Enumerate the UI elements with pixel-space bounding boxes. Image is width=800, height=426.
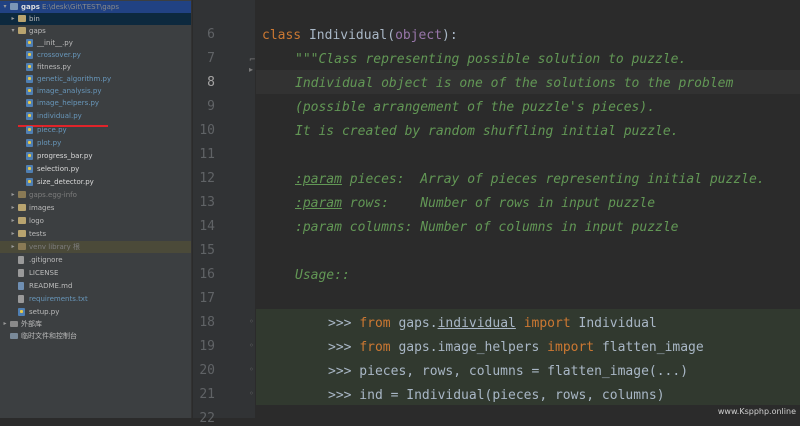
chevron-down-icon[interactable]: ▾ xyxy=(2,1,8,13)
chevron-right-icon[interactable]: ▸ xyxy=(10,13,16,25)
folder-icon xyxy=(18,230,26,237)
line-number: 21 xyxy=(199,387,215,402)
line-number-current: 8 xyxy=(207,75,215,90)
file-icon xyxy=(18,256,24,264)
line-number: 6 xyxy=(207,27,215,42)
tree-root-label: gaps xyxy=(21,3,40,11)
tree-item-readme[interactable]: README.md xyxy=(0,280,191,292)
tree-item-plot-py[interactable]: plot.py xyxy=(0,137,191,149)
tree-item-venv[interactable]: ▸ venv library 根 xyxy=(0,241,191,253)
chevron-down-icon[interactable]: ▾ xyxy=(10,25,16,37)
tree-item-progress-bar-py[interactable]: progress_bar.py xyxy=(0,150,191,162)
line-number: 10 xyxy=(199,123,215,138)
folder-icon xyxy=(18,217,26,224)
python-file-icon xyxy=(18,308,25,316)
folder-icon xyxy=(18,191,26,198)
line-number: 19 xyxy=(199,339,215,354)
python-file-icon xyxy=(26,152,33,160)
folder-icon xyxy=(18,243,26,250)
tree-item-individual-py[interactable]: individual.py xyxy=(0,110,191,122)
line-number: 15 xyxy=(199,243,215,258)
line-number-gutter: 6 7 8 9 10 11 12 13 14 15 16 17 18 19 20… xyxy=(193,0,256,426)
tree-item-external-libraries[interactable]: ▸ 外部库 xyxy=(0,318,191,330)
code-line-7: """Class representing possible solution … xyxy=(295,52,687,67)
line-number: 13 xyxy=(199,195,215,210)
code-line-19: >>> from gaps.image_helpers import flatt… xyxy=(328,340,704,355)
line-number: 17 xyxy=(199,291,215,306)
line-number: 7 xyxy=(207,51,215,66)
chevron-right-icon[interactable]: ▸ xyxy=(10,189,16,201)
chevron-right-icon[interactable]: ▸ xyxy=(10,228,16,240)
code-line-8: Individual object is one of the solution… xyxy=(295,76,734,91)
tree-item-root[interactable]: ▾ gaps E:\desk\Git\TEST\gaps xyxy=(0,1,191,13)
tree-item-fitness-py[interactable]: fitness.py xyxy=(0,61,191,73)
code-line-21: >>> ind = Individual(pieces, rows, colum… xyxy=(328,388,665,403)
tree-item-gaps[interactable]: ▾ gaps xyxy=(0,25,191,37)
line-number: 16 xyxy=(199,267,215,282)
tree-item-logo[interactable]: ▸ logo xyxy=(0,215,191,227)
tree-item-requirements[interactable]: requirements.txt xyxy=(0,293,191,305)
file-icon xyxy=(18,269,24,277)
chevron-right-icon[interactable]: ▸ xyxy=(10,241,16,253)
python-file-icon xyxy=(26,126,33,134)
folder-icon xyxy=(18,27,26,34)
code-line-18: >>> from gaps.individual import Individu… xyxy=(328,316,657,331)
tree-item-image-analysis-py[interactable]: image_analysis.py xyxy=(0,85,191,97)
tree-item-init-py[interactable]: __init__.py xyxy=(0,37,191,49)
library-icon xyxy=(10,321,18,327)
chevron-right-icon[interactable]: ▸ xyxy=(2,318,8,330)
code-line-16: Usage:: xyxy=(295,268,350,283)
tree-item-piece-py[interactable]: piece.py xyxy=(0,124,191,136)
tree-item-size-detector-py[interactable]: size_detector.py xyxy=(0,176,191,188)
tree-item-gaps-egg-info[interactable]: ▸ gaps.egg-info xyxy=(0,189,191,201)
line-number: 12 xyxy=(199,171,215,186)
console-icon xyxy=(10,333,18,339)
folder-icon xyxy=(18,204,26,211)
folder-icon xyxy=(10,3,18,10)
watermark-text: www.Kspphp.online xyxy=(717,407,796,416)
tree-item-gitignore[interactable]: .gitignore xyxy=(0,254,191,266)
tree-item-images[interactable]: ▸ images xyxy=(0,202,191,214)
python-file-icon xyxy=(26,87,33,95)
code-editor[interactable]: class Individual(object): """Class repre… xyxy=(256,0,800,418)
python-file-icon xyxy=(26,39,33,47)
line-number: 11 xyxy=(199,147,215,162)
python-file-icon xyxy=(26,112,33,120)
line-number: 14 xyxy=(199,219,215,234)
tree-item-tests[interactable]: ▸ tests xyxy=(0,228,191,240)
markdown-file-icon xyxy=(18,282,24,290)
python-file-icon xyxy=(26,51,33,59)
python-file-icon xyxy=(26,99,33,107)
code-line-13: :param rows: Number of rows in input puz… xyxy=(295,196,656,211)
python-file-icon xyxy=(26,75,33,83)
project-tree-panel: ▾ gaps E:\desk\Git\TEST\gaps ▸ bin ▾ gap… xyxy=(0,0,192,418)
tree-item-crossover-py[interactable]: crossover.py xyxy=(0,49,191,61)
tree-root-path: E:\desk\Git\TEST\gaps xyxy=(42,3,120,11)
code-line-10: It is created by random shuffling initia… xyxy=(295,124,679,139)
tree-item-scratches[interactable]: 临时文件和控制台 xyxy=(0,330,191,342)
tree-item-genetic-algorithm-py[interactable]: genetic_algorithm.py xyxy=(0,73,191,85)
line-number: 22 xyxy=(199,411,215,426)
python-file-icon xyxy=(26,165,33,173)
code-line-12: :param pieces: Array of pieces represent… xyxy=(295,172,765,187)
code-line-20: >>> pieces, rows, columns = flatten_imag… xyxy=(328,364,689,379)
line-number: 9 xyxy=(207,99,215,114)
tree-item-bin[interactable]: ▸ bin xyxy=(0,13,191,25)
tree-item-image-helpers-py[interactable]: image_helpers.py xyxy=(0,97,191,109)
python-file-icon xyxy=(26,63,33,71)
code-line-14: :param columns: Number of columns in inp… xyxy=(295,220,679,235)
chevron-right-icon[interactable]: ▸ xyxy=(10,215,16,227)
line-number: 18 xyxy=(199,315,215,330)
file-icon xyxy=(18,295,24,303)
python-file-icon xyxy=(26,178,33,186)
line-number: 20 xyxy=(199,363,215,378)
code-line-9: (possible arrangement of the puzzle's pi… xyxy=(295,100,656,115)
tree-item-license[interactable]: LICENSE xyxy=(0,267,191,279)
python-file-icon xyxy=(26,139,33,147)
tree-item-selection-py[interactable]: selection.py xyxy=(0,163,191,175)
folder-icon xyxy=(18,15,26,22)
chevron-right-icon[interactable]: ▸ xyxy=(10,202,16,214)
tree-item-setup-py[interactable]: setup.py xyxy=(0,306,191,318)
code-line-6: class Individual(object): xyxy=(262,28,458,43)
